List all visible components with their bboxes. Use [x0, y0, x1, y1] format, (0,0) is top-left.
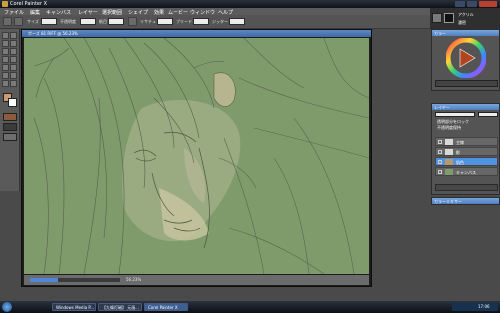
layer-name: 影: [456, 150, 460, 155]
magnifier-tool-icon[interactable]: [10, 56, 17, 63]
clock: 17:06: [478, 304, 490, 309]
maximize-button[interactable]: [467, 1, 477, 7]
composite-method-select[interactable]: [435, 112, 475, 117]
resat-label: リサチュ: [140, 19, 156, 24]
brush-tool-icon[interactable]: [2, 32, 9, 39]
layer-row-selected[interactable]: 肌色: [435, 157, 498, 166]
size-field[interactable]: [41, 18, 57, 25]
start-button-icon[interactable]: [2, 302, 12, 312]
visibility-eye-icon[interactable]: [438, 170, 442, 174]
main-color-swatch[interactable]: [432, 13, 442, 23]
resat-field[interactable]: [157, 18, 173, 25]
artwork-illustration: [24, 38, 369, 274]
grain-label: 紙目: [99, 19, 107, 24]
layers-panel: レイヤー 透明部分をロック 不透明度保持 主線 影 肌色 キャンバス: [431, 103, 500, 195]
brush-category-icon[interactable]: [444, 13, 454, 23]
secondary-color-swatch[interactable]: [8, 98, 17, 107]
zoom-value: 56.23%: [126, 277, 142, 282]
visibility-eye-icon[interactable]: [438, 160, 442, 164]
brush-selector-bar: アクリル 濃密: [430, 8, 500, 29]
rotate-tool-icon[interactable]: [10, 72, 17, 79]
brush-preview-icon[interactable]: [3, 17, 12, 26]
mixer-panel-title: カラーミキサー: [434, 199, 462, 204]
rect-select-tool-icon[interactable]: [2, 48, 9, 55]
layer-name: 主線: [456, 140, 464, 145]
layer-name: 肌色: [456, 160, 464, 165]
taskbar-item-label: Windows Media P...: [56, 305, 94, 310]
jitter-label: ジッター: [212, 19, 228, 24]
property-bar: サイズ 不透明度 紙目 リサチュ ブリード ジッター: [0, 15, 430, 29]
lasso-tool-icon[interactable]: [10, 48, 17, 55]
color-panel-title: カラー: [434, 31, 446, 36]
menu-bar: ファイル 編集 キャンバス レイヤー 選択範囲 シェイプ 効果 ムービー ウィン…: [0, 8, 430, 16]
brush-category-name[interactable]: アクリル: [458, 12, 474, 18]
layers-panel-title: レイヤー: [434, 105, 450, 110]
opacity-label: 不透明度: [60, 19, 76, 24]
window-titlebar: Corel Painter X: [0, 0, 500, 8]
color-info-bar[interactable]: [435, 80, 498, 87]
eraser-tool-icon[interactable]: [2, 40, 9, 47]
brush-variant-name[interactable]: 濃密: [458, 20, 466, 26]
os-taskbar: Windows Media P... 【九條灯磁】 元画... Corel Pa…: [0, 301, 500, 313]
visibility-eye-icon[interactable]: [438, 150, 442, 154]
bleed-label: ブリード: [176, 19, 192, 24]
taskbar-item-label: Corel Painter X: [148, 305, 178, 310]
visibility-eye-icon[interactable]: [438, 140, 442, 144]
layer-thumbnail: [445, 169, 453, 175]
taskbar-item-label: 【九條灯磁】 元画...: [102, 305, 140, 310]
hue-ring-icon[interactable]: [446, 38, 486, 78]
size-label: サイズ: [27, 19, 39, 24]
document-title: ポーズ 81 RIFF @ 56.23%: [28, 31, 78, 36]
zoom-slider-fill: [30, 278, 58, 282]
layer-thumbnail: [445, 149, 453, 155]
gradient-selector-icon[interactable]: [3, 123, 17, 131]
taskbar-item-active[interactable]: Corel Painter X: [144, 303, 188, 311]
pattern-selector-icon[interactable]: [3, 133, 17, 141]
jitter-field[interactable]: [229, 18, 245, 25]
pen-tool-icon[interactable]: [10, 40, 17, 47]
layer-thumbnail: [445, 139, 453, 145]
text-tool-icon[interactable]: [2, 56, 9, 63]
color-panel-header: カラー: [432, 30, 499, 36]
dab-type-icon[interactable]: [128, 17, 137, 26]
zoom-slider[interactable]: [30, 278, 120, 282]
reset-tool-icon[interactable]: [14, 17, 23, 26]
toolbox: [0, 29, 20, 191]
layer-row[interactable]: 主線: [435, 137, 498, 146]
minimize-button[interactable]: [455, 1, 465, 7]
layer-row[interactable]: 影: [435, 147, 498, 156]
document-statusbar: 56.23%: [24, 275, 369, 285]
hand-tool-icon[interactable]: [2, 72, 9, 79]
opacity-field[interactable]: [80, 18, 96, 25]
workspace-background: [372, 29, 430, 287]
crop-tool-icon[interactable]: [2, 64, 9, 71]
bleed-field[interactable]: [193, 18, 209, 25]
preserve-opacity-option[interactable]: 不透明度保持: [437, 125, 461, 131]
paint-bucket-tool-icon[interactable]: [2, 80, 9, 87]
close-button[interactable]: [479, 1, 497, 7]
mixer-panel-header[interactable]: カラーミキサー: [432, 198, 499, 204]
dropper-tool-icon[interactable]: [10, 32, 17, 39]
shape-tool-icon[interactable]: [10, 64, 17, 71]
layer-name: キャンバス: [456, 170, 476, 175]
window-title: Corel Painter X: [10, 1, 48, 7]
grain-field[interactable]: [108, 18, 124, 25]
color-panel: カラー: [431, 29, 500, 91]
painter-app: Corel Painter X ファイル 編集 キャンバス レイヤー 選択範囲 …: [0, 0, 500, 313]
mixer-panel: カラーミキサー: [431, 197, 500, 205]
taskbar-item[interactable]: Windows Media P...: [52, 303, 96, 311]
document-window: ポーズ 81 RIFF @ 56.23% 56.23%: [21, 29, 372, 287]
layer-opacity-field[interactable]: [478, 112, 498, 117]
layer-row[interactable]: キャンバス: [435, 167, 498, 176]
divine-proportion-tool-icon[interactable]: [10, 80, 17, 87]
drawing-canvas[interactable]: [24, 38, 369, 274]
document-titlebar: ポーズ 81 RIFF @ 56.23%: [22, 30, 371, 37]
painter-app-icon: [2, 1, 8, 7]
taskbar-item[interactable]: 【九條灯磁】 元画...: [98, 303, 142, 311]
layer-commands-bar[interactable]: [435, 184, 498, 191]
layers-panel-header: レイヤー: [432, 104, 499, 110]
paper-selector-icon[interactable]: [3, 113, 17, 121]
system-tray: [452, 303, 498, 311]
layer-thumbnail: [445, 159, 453, 165]
